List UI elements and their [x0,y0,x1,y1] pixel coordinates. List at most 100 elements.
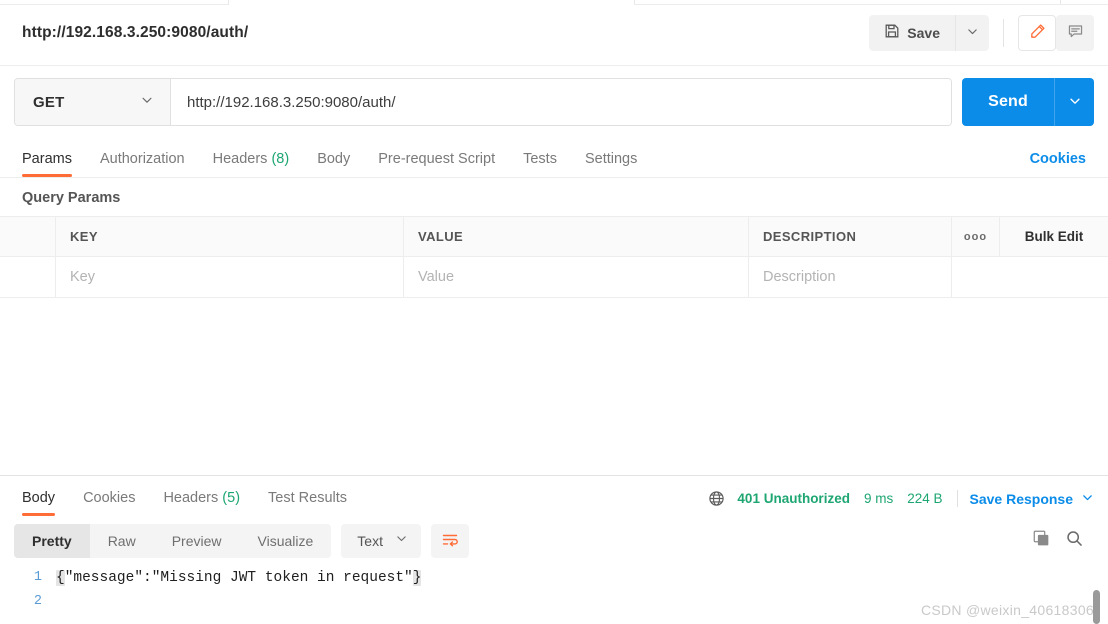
param-value-input[interactable]: Value [404,257,749,297]
view-mode-pretty[interactable]: Pretty [14,524,90,558]
chevron-down-icon [140,93,154,112]
view-mode-raw[interactable]: Raw [90,524,154,558]
tab-settings-label: Settings [585,151,637,167]
tab-body-label: Body [317,151,350,167]
tab-params[interactable]: Params [14,151,86,177]
param-key-input[interactable]: Key [56,257,404,297]
search-icon[interactable] [1065,529,1084,553]
url-field-group: GET [14,78,952,126]
pencil-icon [1029,23,1046,43]
row-options-cell [952,257,1000,297]
response-tab-cookies[interactable]: Cookies [69,490,149,516]
globe-icon [708,490,725,507]
response-tab-headers-count: (5) [222,490,240,506]
send-button-group: Send [962,78,1094,126]
chevron-down-icon [966,25,979,41]
cookies-link[interactable]: Cookies [1030,151,1094,177]
header-divider [1003,19,1004,47]
close-brace: } [413,570,422,586]
response-body-code[interactable]: 1 {"message":"Missing JWT token in reque… [0,566,1108,624]
save-response-button[interactable]: Save Response [970,491,1095,507]
floppy-disk-icon [884,23,900,42]
save-options-caret[interactable] [955,15,989,51]
query-params-table: KEY VALUE DESCRIPTION ooo Bulk Edit Key … [0,216,1108,298]
comments-button[interactable] [1056,15,1094,51]
send-button[interactable]: Send [962,78,1054,126]
response-section: Body Cookies Headers (5) Test Results [0,475,1108,624]
save-response-label: Save Response [970,491,1074,507]
line-number: 2 [0,590,56,614]
http-method-select[interactable]: GET [15,79,171,125]
response-format-select[interactable]: Text [341,524,421,558]
table-header-row: KEY VALUE DESCRIPTION ooo Bulk Edit [0,217,1108,257]
param-description-input[interactable]: Description [749,257,952,297]
chevron-down-icon [1068,94,1082,111]
request-tabs: Params Authorization Headers (8) Body Pr… [0,140,1108,178]
edit-request-button[interactable] [1018,15,1056,51]
view-mode-preview[interactable]: Preview [154,524,240,558]
response-body-scrollbar[interactable] [1093,590,1100,624]
status-code-text: 401 Unauthorized [737,491,850,506]
response-tab-test-results-label: Test Results [268,490,347,506]
response-format-label: Text [357,533,383,549]
chevron-down-icon [395,532,408,550]
code-line: 1 {"message":"Missing JWT token in reque… [0,566,1108,590]
row-bulk-cell [1000,257,1108,297]
response-viewer-actions [1032,529,1094,553]
bulk-edit-button[interactable]: Bulk Edit [1000,217,1108,256]
response-tab-body[interactable]: Body [14,490,69,516]
response-tab-test-results[interactable]: Test Results [254,490,361,516]
response-size-text: 224 B [907,491,942,506]
tab-settings[interactable]: Settings [571,151,651,177]
header-actions: Save [869,15,1094,51]
response-status-bar: 401 Unauthorized 9 ms 224 B Save Respons… [708,490,1094,516]
code-line: 2 [0,590,1108,614]
http-method-label: GET [33,94,64,111]
open-brace: { [56,570,65,586]
tab-tests[interactable]: Tests [509,151,571,177]
comment-icon [1067,23,1084,43]
response-view-mode-group: Pretty Raw Preview Visualize [14,524,331,558]
send-options-caret[interactable] [1054,78,1094,126]
tab-headers[interactable]: Headers (8) [199,151,304,177]
tab-pre-request-script-label: Pre-request Script [378,151,495,167]
response-tabs: Body Cookies Headers (5) Test Results [14,490,361,516]
save-button-label: Save [907,25,940,41]
tab-tests-label: Tests [523,151,557,167]
column-header-value: VALUE [404,217,749,256]
column-header-key: KEY [56,217,404,256]
status-divider [957,490,958,507]
column-header-description: DESCRIPTION [749,217,952,256]
tab-pre-request-script[interactable]: Pre-request Script [364,151,509,177]
json-content: "message":"Missing JWT token in request" [65,570,413,586]
tab-headers-count: (8) [271,151,289,167]
save-button[interactable]: Save [869,15,955,51]
save-button-group: Save [869,15,989,51]
tab-params-label: Params [22,151,72,167]
response-viewer-toolbar: Pretty Raw Preview Visualize Text [0,516,1108,566]
chevron-down-icon [1081,491,1094,507]
word-wrap-button[interactable] [431,524,469,558]
response-time-text: 9 ms [864,491,893,506]
copy-icon[interactable] [1032,529,1051,553]
request-header: http://192.168.3.250:9080/auth/ Save [0,0,1108,66]
tab-authorization[interactable]: Authorization [86,151,199,177]
url-bar: GET Send [0,66,1108,140]
tab-authorization-label: Authorization [100,151,185,167]
response-tab-headers-label: Headers [163,490,218,506]
response-tab-body-label: Body [22,490,55,506]
table-options-button[interactable]: ooo [952,217,1000,256]
table-row: Key Value Description [0,257,1108,297]
line-number: 1 [0,566,56,590]
three-dots-icon: ooo [964,231,987,243]
tab-headers-label: Headers [213,151,268,167]
row-checkbox-cell[interactable] [0,257,56,297]
url-input[interactable] [171,79,951,125]
tab-body[interactable]: Body [303,151,364,177]
request-body-empty-area [0,298,1108,475]
postman-request-window: http://192.168.3.250:9080/auth/ Save [0,0,1108,624]
request-name-title: http://192.168.3.250:9080/auth/ [22,24,869,42]
view-mode-visualize[interactable]: Visualize [240,524,332,558]
response-tab-headers[interactable]: Headers (5) [149,490,254,516]
code-line-content: {"message":"Missing JWT token in request… [56,566,421,590]
